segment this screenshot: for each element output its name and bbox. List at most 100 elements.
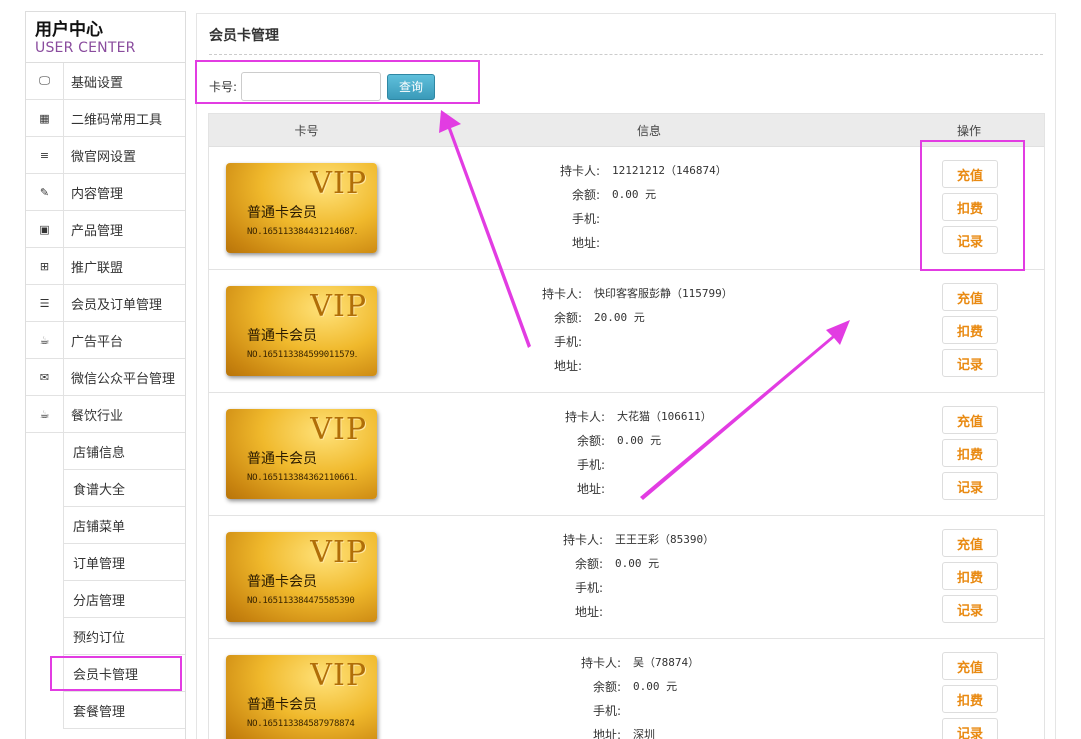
sidebar-item[interactable]: ☰ 会员及订单管理: [26, 285, 185, 322]
deduct-button[interactable]: 扣费: [942, 193, 998, 221]
sidebar-item-label: 二维码常用工具: [71, 112, 163, 128]
sidebar-item-label: 餐饮行业: [71, 408, 124, 424]
field-label: 地址:: [571, 236, 600, 250]
recharge-button[interactable]: 充值: [942, 160, 998, 188]
field-value: 0.00 元: [615, 557, 660, 570]
field-label: 手机:: [574, 581, 603, 595]
sidebar-item[interactable]: ✉ 微信公众平台管理: [26, 359, 185, 396]
field-label: 余额:: [553, 311, 582, 325]
card-type: 普通卡会员: [247, 574, 317, 590]
card-number-label: 卡号:: [209, 80, 238, 94]
field-value: 20.00 元: [594, 311, 645, 324]
field-label: 手机:: [576, 458, 605, 472]
info-line-balance: 余额: 0.00 元: [557, 552, 714, 576]
vip-card-image: VIP 普通卡会员 NO.165113384475585390: [226, 532, 377, 622]
vip-card-image: VIP 普通卡会员 NO.165113384599011579․: [226, 286, 377, 376]
submenu-item[interactable]: 订单管理: [64, 544, 185, 581]
submenu-item[interactable]: 预约订位: [64, 618, 185, 655]
field-label: 手机:: [571, 212, 600, 226]
sidebar-item[interactable]: ✎ 内容管理: [26, 174, 185, 211]
vip-label: VIP: [310, 289, 367, 324]
info-line-phone: 手机:: [536, 330, 733, 354]
table-row: VIP 普通卡会员 NO.165113384475585390 持卡人: 王王王彩（85…: [209, 516, 1044, 639]
database-icon: ☰: [26, 285, 64, 321]
vip-label: VIP: [310, 166, 367, 201]
field-value: [582, 330, 594, 354]
field-value: [600, 231, 612, 255]
comments-icon: ✉: [26, 359, 64, 395]
record-button[interactable]: 记录: [942, 472, 998, 500]
sidebar-item[interactable]: ≡ 微官网设置: [26, 137, 185, 174]
row-actions: 充值 扣费 记录: [942, 283, 998, 382]
submenu-item[interactable]: 食谱大全: [64, 470, 185, 507]
table-header: 卡号 信息 操作: [209, 114, 1044, 147]
recharge-button[interactable]: 充值: [942, 406, 998, 434]
sidebar-item[interactable]: ▣ 产品管理: [26, 211, 185, 248]
field-value: [600, 207, 612, 231]
info-line-phone: 手机:: [557, 576, 714, 600]
title-divider: [209, 54, 1043, 55]
card-type: 普通卡会员: [247, 205, 317, 221]
vip-label: VIP: [310, 412, 367, 447]
sidebar-item-label: 广告平台: [71, 334, 124, 350]
record-button[interactable]: 记录: [942, 718, 998, 739]
info-line-address: 地址:: [554, 231, 727, 255]
field-label: 地址:: [576, 482, 605, 496]
row-actions: 充值 扣费 记录: [942, 652, 998, 739]
record-button[interactable]: 记录: [942, 349, 998, 377]
recharge-button[interactable]: 充值: [942, 529, 998, 557]
row-actions: 充值 扣费 记录: [942, 406, 998, 505]
member-info: 持卡人: 快印客客服彭静（115799） 余额: 20.00 元手机: 地址:: [536, 282, 733, 378]
record-button[interactable]: 记录: [942, 226, 998, 254]
vip-label: VIP: [310, 658, 367, 693]
submenu-item[interactable]: 套餐管理: [64, 692, 185, 729]
sidebar-item-label: 内容管理: [71, 186, 124, 202]
recharge-button[interactable]: 充值: [942, 652, 998, 680]
search-button[interactable]: 查询: [387, 73, 436, 100]
vip-card-image: VIP 普通卡会员 NO.165113384362110661․: [226, 409, 377, 499]
monitor-icon: 🖵: [26, 63, 64, 99]
sidebar-item[interactable]: ☕ 广告平台: [26, 322, 185, 359]
page-title: 会员卡管理: [209, 28, 279, 44]
card-type: 普通卡会员: [247, 697, 317, 713]
info-line-holder: 持卡人: 12121212（146874）: [554, 159, 727, 183]
card-type: 普通卡会员: [247, 328, 317, 344]
info-line-holder: 持卡人: 快印客客服彭静（115799）: [536, 282, 733, 306]
field-value: 0.00 元: [633, 680, 678, 693]
field-value: 深圳: [633, 728, 655, 739]
deduct-button[interactable]: 扣费: [942, 685, 998, 713]
search-bar: 卡号: 查询: [209, 72, 436, 101]
sidebar-item[interactable]: ▦ 二维码常用工具: [26, 100, 185, 137]
sidebar-item[interactable]: ☕ 餐饮行业: [26, 396, 185, 433]
field-label: 持卡人:: [562, 533, 603, 547]
recharge-button[interactable]: 充值: [942, 283, 998, 311]
field-label: 持卡人:: [541, 287, 582, 301]
record-button[interactable]: 记录: [942, 595, 998, 623]
sidebar-item-label: 微信公众平台管理: [71, 371, 176, 387]
field-value: 吴（78874）: [633, 656, 700, 669]
sidebar-item[interactable]: ⊞ 推广联盟: [26, 248, 185, 285]
picture-icon: ▣: [26, 211, 64, 247]
deduct-button[interactable]: 扣费: [942, 439, 998, 467]
member-info: 持卡人: 吴（78874） 余额: 0.00 元手机: 地址: 深圳: [575, 651, 699, 739]
info-line-holder: 持卡人: 大花猫（106611）: [559, 405, 712, 429]
info-line-holder: 持卡人: 吴（78874）: [575, 651, 699, 675]
field-value: [621, 699, 633, 723]
member-info: 持卡人: 王王王彩（85390） 余额: 0.00 元手机: 地址:: [557, 528, 714, 624]
table-row: VIP 普通卡会员 NO.165113384431214687․ 持卡人: 121212…: [209, 147, 1044, 270]
submenu-item[interactable]: 店铺菜单: [64, 507, 185, 544]
deduct-button[interactable]: 扣费: [942, 316, 998, 344]
card-number-input[interactable]: [241, 72, 382, 101]
info-line-phone: 手机:: [554, 207, 727, 231]
deduct-button[interactable]: 扣费: [942, 562, 998, 590]
submenu-item[interactable]: 店铺信息: [64, 433, 185, 470]
field-value: [605, 453, 617, 477]
user-center-brand: 用户中心 USER CENTER: [26, 12, 185, 63]
submenu-item[interactable]: 会员卡管理: [64, 655, 185, 692]
card-type: 普通卡会员: [247, 451, 317, 467]
list-icon: ≡: [26, 137, 64, 173]
submenu-item[interactable]: 分店管理: [64, 581, 185, 618]
sidebar-item[interactable]: 🖵 基础设置: [26, 63, 185, 100]
field-value: [603, 600, 615, 624]
info-line-address: 地址: 深圳: [575, 723, 699, 739]
